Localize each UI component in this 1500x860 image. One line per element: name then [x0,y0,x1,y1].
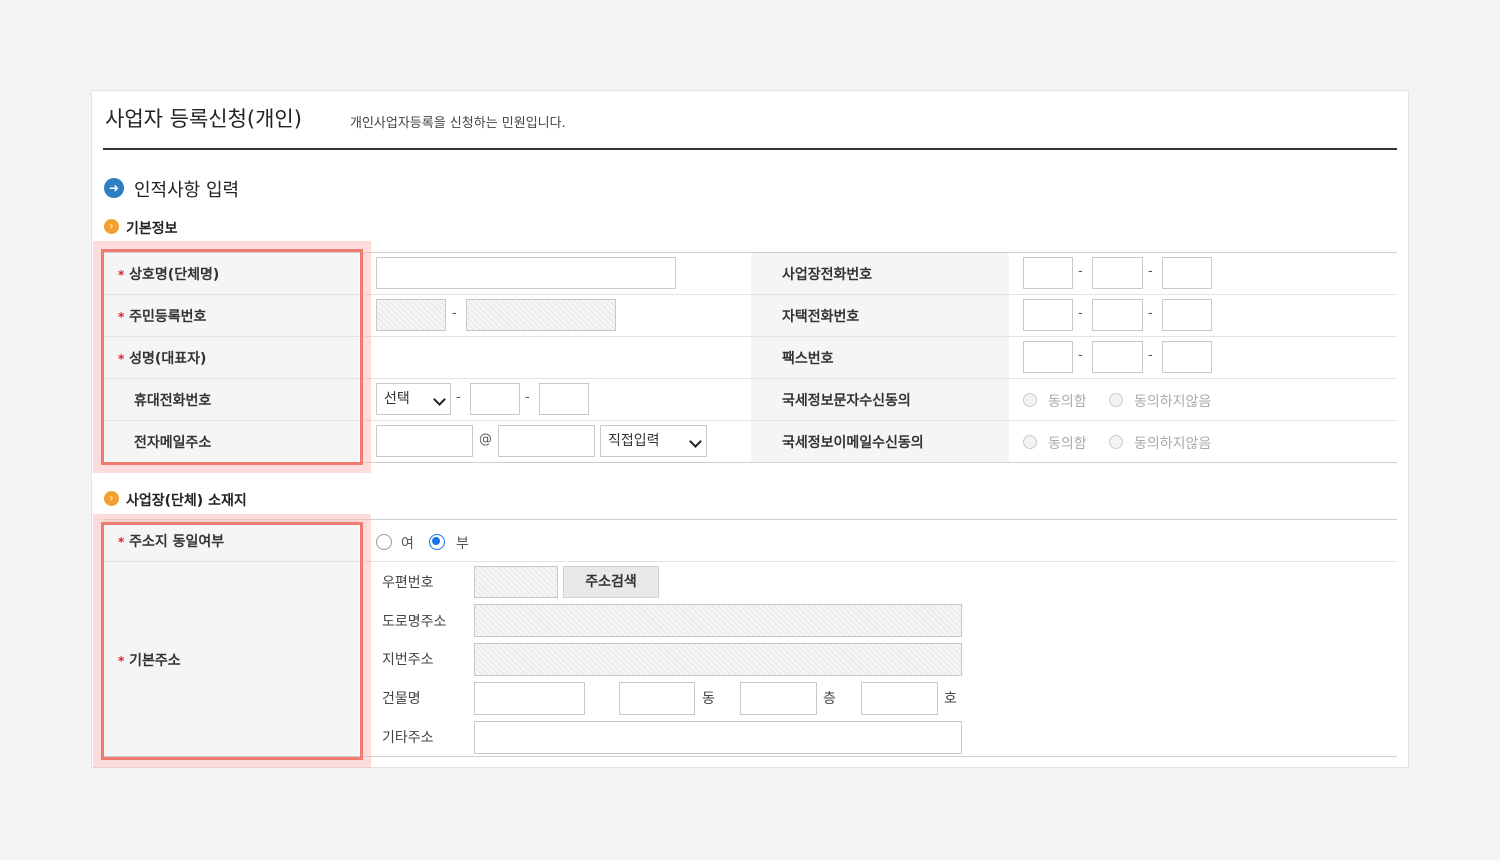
page-subtitle: 개인사업자등록을 신청하는 민원입니다. [350,116,566,131]
same-address-yes-radio[interactable] [376,534,392,550]
label-email-consent: 국세정보이메일수신동의 [782,435,924,451]
business-phone-area-input[interactable] [1023,257,1073,289]
email-domain-select[interactable]: 직접입력 [600,425,707,457]
section-title-personal-info: 인적사항 입력 [134,180,240,201]
home-phone-last-input[interactable] [1162,299,1212,331]
same-address-no-radio[interactable] [429,534,445,550]
lot-address-input [474,643,962,676]
subsection-title-basic-info: 기본정보 [126,221,178,237]
mobile-last-input[interactable] [539,383,589,415]
label-home-phone: 자택전화번호 [782,309,860,325]
label-other-address: 기타주소 [382,730,434,746]
email-consent-disagree-label: 동의하지않음 [1134,436,1212,452]
business-phone-middle-input[interactable] [1092,257,1143,289]
label-lot-address: 지번주소 [382,652,434,668]
same-address-no-label: 부 [456,536,469,552]
mobile-dash: - [456,390,461,405]
phone-dash: - [1078,306,1083,321]
highlight-box-address-labels [101,522,363,760]
business-name-input[interactable] [376,257,676,289]
label-road-address: 도로명주소 [382,614,447,630]
building-name-input[interactable] [474,682,585,715]
other-address-input[interactable] [474,721,962,754]
page-title: 사업자 등록신청(개인) [105,107,302,131]
business-phone-last-input[interactable] [1162,257,1212,289]
home-phone-middle-input[interactable] [1092,299,1143,331]
ho-suffix: 호 [944,691,957,707]
address-search-button[interactable]: 주소검색 [563,566,659,598]
label-sms-consent: 국세정보문자수신동의 [782,393,911,409]
chevron-circle-icon: › [104,219,119,234]
chevron-down-icon [433,393,446,406]
phone-dash: - [1078,348,1083,363]
dong-input[interactable] [619,682,695,715]
email-id-input[interactable] [376,425,473,457]
resident-number-front-input [376,299,446,331]
title-divider [103,148,1397,150]
phone-dash: - [1148,264,1153,279]
road-address-input [474,604,962,637]
phone-dash: - [1078,264,1083,279]
ho-input[interactable] [861,682,938,715]
fax-middle-input[interactable] [1092,341,1143,373]
phone-dash: - [1148,306,1153,321]
postal-code-input [474,566,558,598]
arrow-right-circle-icon: ➜ [104,178,124,198]
label-postal-code: 우편번호 [382,575,434,591]
application-form-card: 사업자 등록신청(개인) 개인사업자등록을 신청하는 민원입니다. ➜ 인적사항… [91,90,1409,768]
email-consent-disagree-radio[interactable] [1109,435,1123,449]
label-building-name: 건물명 [382,691,421,707]
label-business-phone: 사업장전화번호 [782,267,873,283]
sms-consent-disagree-label: 동의하지않음 [1134,394,1212,410]
mobile-dash: - [525,390,530,405]
mobile-prefix-select[interactable]: 선택 [376,383,451,415]
floor-suffix: 층 [823,691,836,707]
email-at-sign: @ [479,432,492,447]
email-consent-agree-radio[interactable] [1023,435,1037,449]
fax-area-input[interactable] [1023,341,1073,373]
chevron-down-icon [689,435,702,448]
mobile-middle-input[interactable] [470,383,520,415]
sms-consent-agree-radio[interactable] [1023,393,1037,407]
resident-number-back-input [466,299,616,331]
label-fax: 팩스번호 [782,351,834,367]
floor-input[interactable] [740,682,817,715]
same-address-yes-label: 여 [401,536,414,552]
highlight-box-basic-info-labels [101,249,363,465]
fax-last-input[interactable] [1162,341,1212,373]
email-domain-input[interactable] [498,425,595,457]
email-consent-agree-label: 동의함 [1048,436,1087,452]
home-phone-area-input[interactable] [1023,299,1073,331]
subsection-title-business-location: 사업장(단체) 소재지 [126,493,247,509]
dong-suffix: 동 [702,691,715,707]
sms-consent-disagree-radio[interactable] [1109,393,1123,407]
resident-number-dash: - [452,306,457,321]
sms-consent-agree-label: 동의함 [1048,394,1087,410]
chevron-circle-icon: › [104,491,119,506]
phone-dash: - [1148,348,1153,363]
